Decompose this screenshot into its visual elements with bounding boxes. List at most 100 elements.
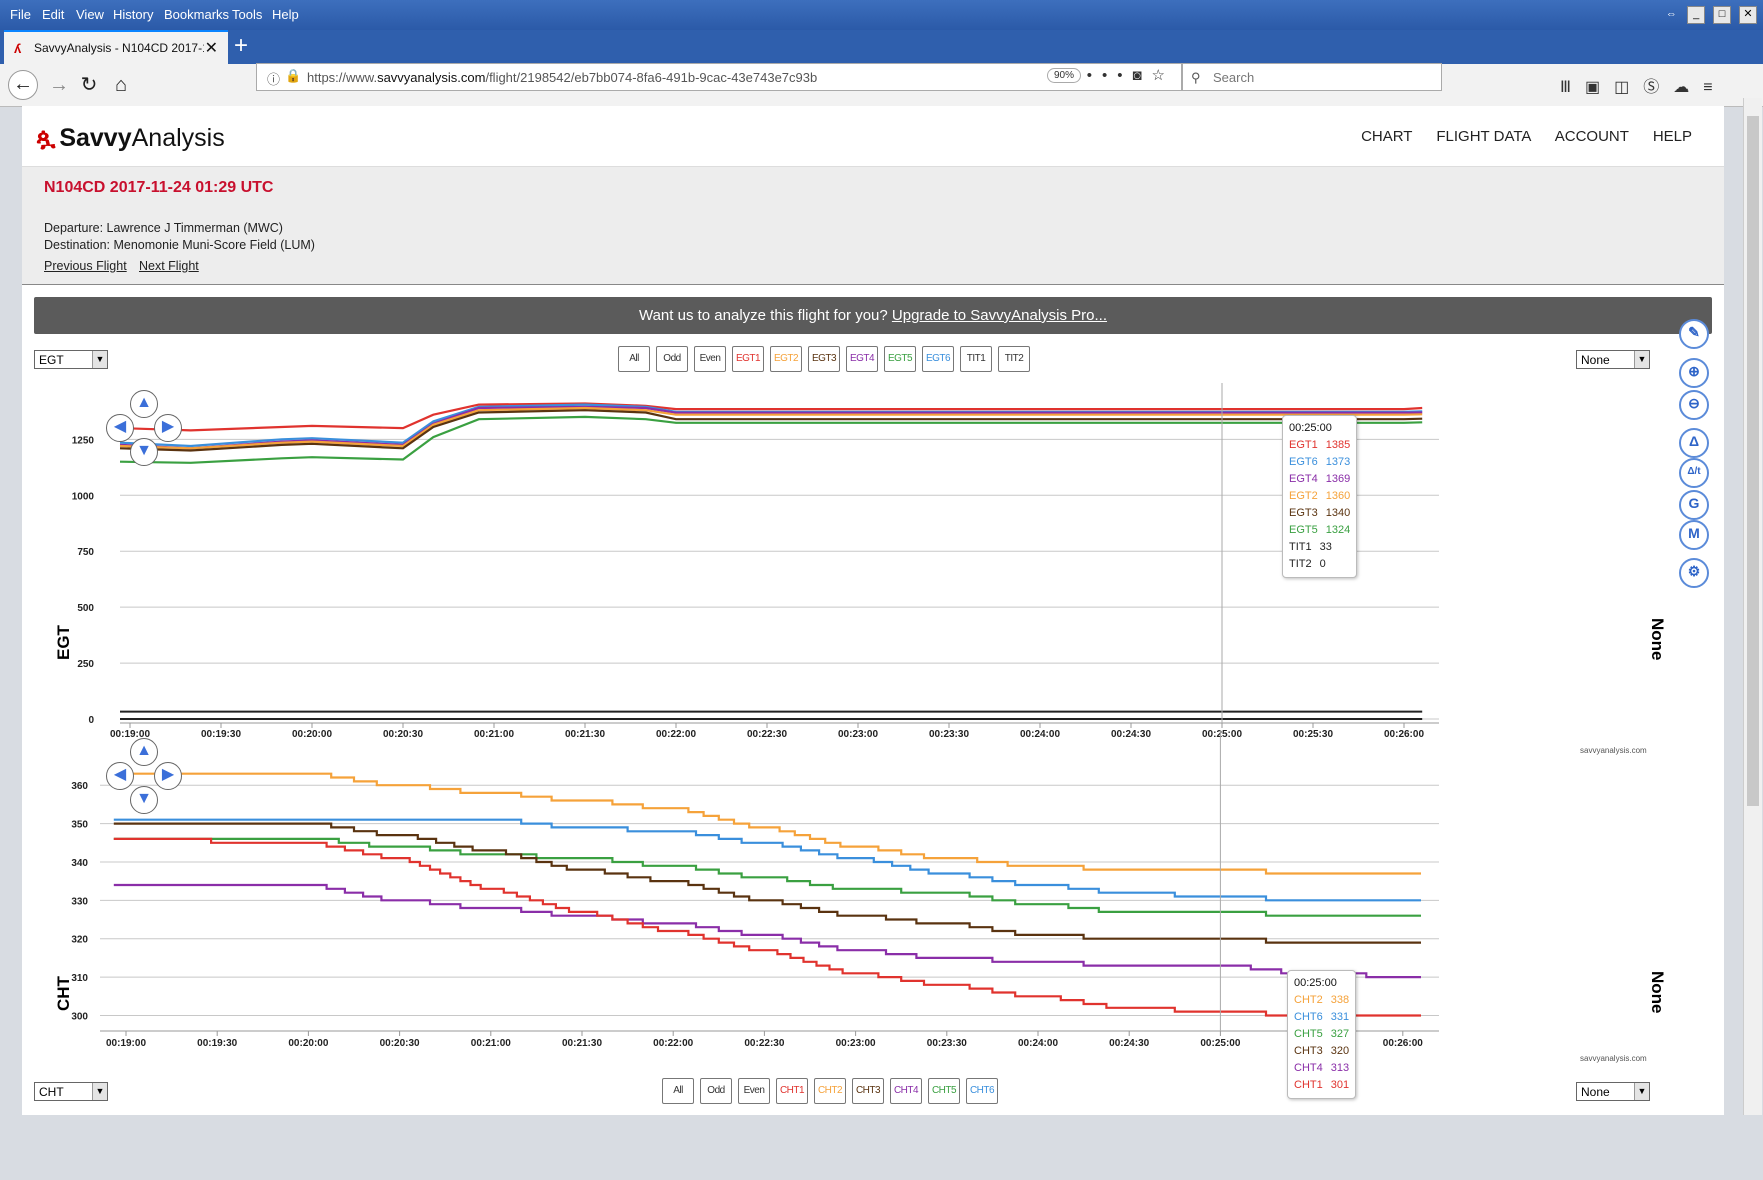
tag-icon[interactable]: ✎	[1679, 319, 1709, 349]
url-bar[interactable]: ⓘ 🔒 https://www.savvyanalysis.com/flight…	[256, 63, 1182, 91]
pan-up-icon[interactable]: ▲	[130, 738, 158, 766]
upgrade-link[interactable]: Upgrade to SavvyAnalysis Pro...	[892, 307, 1107, 324]
extension-icon[interactable]: Ⓢ	[1643, 79, 1673, 96]
menu-bar: File Edit View History Bookmarks Tools H…	[0, 0, 1763, 30]
hamburger-menu-icon[interactable]: ≡	[1703, 79, 1726, 96]
close-tab-icon[interactable]: ✕	[205, 38, 218, 58]
destination-text: Destination: Menomonie Muni-Score Field …	[44, 238, 315, 252]
cht-chart[interactable]: 300 310 320 330 340 350 360 00:19:00 00:19:30 00:…	[22, 730, 1724, 1180]
tooltip-row: CHT4 313	[1294, 1060, 1349, 1077]
sidebar-icon[interactable]: ◫	[1614, 79, 1643, 96]
egt-chart[interactable]: 0 250 500 750 1000 1250 00:19:00 00:19:30 00:20:…	[22, 368, 1724, 766]
delta-icon[interactable]: Δ	[1679, 428, 1709, 458]
pan-down-icon[interactable]: ▼	[130, 786, 158, 814]
menu-bookmarks[interactable]: Bookmarks	[164, 7, 229, 22]
top-right-axis-select[interactable]: None ▼	[1576, 350, 1650, 369]
zoom-out-icon[interactable]: ⊖	[1679, 390, 1709, 420]
tooltip-series-name: CHT6	[1294, 1011, 1323, 1023]
tooltip-row: CHT5 327	[1294, 1026, 1349, 1043]
pan-left-icon[interactable]: ◀	[106, 414, 134, 442]
more-icon[interactable]: •••	[1087, 67, 1133, 84]
series-line-egt3[interactable]	[119, 409, 1423, 452]
menu-file[interactable]: File	[10, 7, 31, 22]
pan-down-icon[interactable]: ▼	[130, 438, 158, 466]
tooltip-series-value: 327	[1330, 1028, 1350, 1040]
tooltip-series-value: 313	[1330, 1062, 1350, 1074]
series-line-cht1[interactable]	[113, 837, 1421, 1017]
x-tick-label: 00:24:30	[1109, 1038, 1149, 1049]
x-tick-label: 00:23:00	[836, 1038, 876, 1049]
page-scrollbar[interactable]	[1743, 98, 1762, 1115]
tooltip-row: EGT5 1324	[1289, 522, 1350, 539]
scrollbar-thumb[interactable]	[1747, 116, 1759, 806]
series-line-cht5[interactable]	[113, 837, 1421, 917]
close-window-icon[interactable]: ✕	[1739, 6, 1757, 24]
tooltip-series-name: EGT5	[1289, 524, 1318, 536]
zoom-badge[interactable]: 90%	[1046, 68, 1081, 83]
nav-account[interactable]: ACCOUNT	[1555, 128, 1629, 145]
library-icon[interactable]: Ⅲ	[1560, 79, 1585, 96]
nav-flight-data[interactable]: FLIGHT DATA	[1436, 128, 1530, 145]
tooltip-series-name: EGT3	[1289, 507, 1318, 519]
home-icon[interactable]: ⌂	[106, 70, 136, 100]
series-line-cht4[interactable]	[113, 883, 1421, 979]
menu-tools[interactable]: Tools	[232, 7, 262, 22]
bottom-right-axis-select[interactable]: None ▼	[1576, 1082, 1650, 1101]
pocket-icon[interactable]: ◙	[1132, 67, 1151, 84]
reload-icon[interactable]: ↻	[74, 70, 104, 100]
zoom-in-icon[interactable]: ⊕	[1679, 358, 1709, 388]
new-tab-icon[interactable]: +	[234, 32, 248, 60]
cht-chip-cht5[interactable]: CHT5	[928, 1078, 960, 1104]
y-tick-label: 300	[71, 1011, 88, 1022]
cht-chip-odd[interactable]: Odd	[700, 1078, 732, 1104]
nav-chart[interactable]: CHART	[1361, 128, 1412, 145]
maximize-icon[interactable]: □	[1713, 6, 1732, 24]
series-line-egt1[interactable]	[119, 402, 1423, 432]
cht-chip-cht1[interactable]: CHT1	[776, 1078, 808, 1104]
search-input[interactable]: ⚲ Search	[1182, 63, 1442, 91]
nav-help[interactable]: HELP	[1653, 128, 1692, 145]
info-icon[interactable]: ⓘ	[267, 69, 280, 88]
next-flight-link[interactable]: Next Flight	[139, 259, 199, 273]
minimize-icon[interactable]: _	[1687, 6, 1706, 24]
cht-chip-all[interactable]: All	[662, 1078, 694, 1104]
cht-chip-cht3[interactable]: CHT3	[852, 1078, 884, 1104]
bottom-parameter-select[interactable]: CHT ▼	[34, 1082, 108, 1101]
gear-icon[interactable]: ⚙	[1679, 558, 1709, 588]
cht-chip-cht4[interactable]: CHT4	[890, 1078, 922, 1104]
m-icon[interactable]: M	[1679, 520, 1709, 550]
sync-icon[interactable]: ☁	[1673, 79, 1703, 96]
tooltip-row: TIT1 33	[1289, 539, 1350, 556]
menu-edit[interactable]: Edit	[42, 7, 64, 22]
back-arrow-icon[interactable]: ←	[8, 70, 38, 100]
series-line-cht6[interactable]	[113, 818, 1421, 902]
downloads-icon[interactable]: ▣	[1585, 79, 1614, 96]
delta-t-icon[interactable]: Δ/t	[1679, 458, 1709, 488]
top-parameter-select[interactable]: EGT ▼	[34, 350, 108, 369]
g-icon[interactable]: G	[1679, 490, 1709, 520]
cht-chip-cht2[interactable]: CHT2	[814, 1078, 846, 1104]
page-content: ጷ SavvyAnalysis CHART FLIGHT DATA ACCOUNT…	[22, 106, 1724, 1115]
tooltip-series-name: EGT4	[1289, 473, 1318, 485]
active-tab[interactable]: ʎ SavvyAnalysis - N104CD 2017-11- ✕	[4, 30, 228, 64]
site-logo[interactable]: ጷ SavvyAnalysis	[36, 124, 225, 153]
cht-chart-svg: 30031032033034035036000:19:00 00:19:30 00:…	[71, 730, 1439, 1049]
previous-flight-link[interactable]: Previous Flight	[44, 259, 127, 273]
window-controls: ⇔ _ □ ✕	[1659, 4, 1757, 24]
pan-right-icon[interactable]: ▶	[154, 762, 182, 790]
pan-up-icon[interactable]: ▲	[130, 390, 158, 418]
menu-history[interactable]: History	[113, 7, 153, 22]
series-line-egt2[interactable]	[119, 406, 1423, 450]
forward-arrow-icon[interactable]: →	[44, 70, 74, 100]
pan-left-icon[interactable]: ◀	[106, 762, 134, 790]
menu-view[interactable]: View	[76, 7, 104, 22]
egt-chart-svg: 02505007501000125000:19:00 00:19:30 00:20:…	[72, 383, 1439, 740]
cht-chip-cht6[interactable]: CHT6	[966, 1078, 998, 1104]
bookmark-star-icon[interactable]: ☆	[1152, 67, 1175, 84]
top-navigation: CHART FLIGHT DATA ACCOUNT HELP	[1341, 128, 1692, 145]
pan-right-icon[interactable]: ▶	[154, 414, 182, 442]
cht-chip-even[interactable]: Even	[738, 1078, 770, 1104]
menu-help[interactable]: Help	[272, 7, 299, 22]
series-line-cht3[interactable]	[113, 822, 1421, 944]
restore-icon[interactable]: ⇔	[1663, 7, 1679, 23]
